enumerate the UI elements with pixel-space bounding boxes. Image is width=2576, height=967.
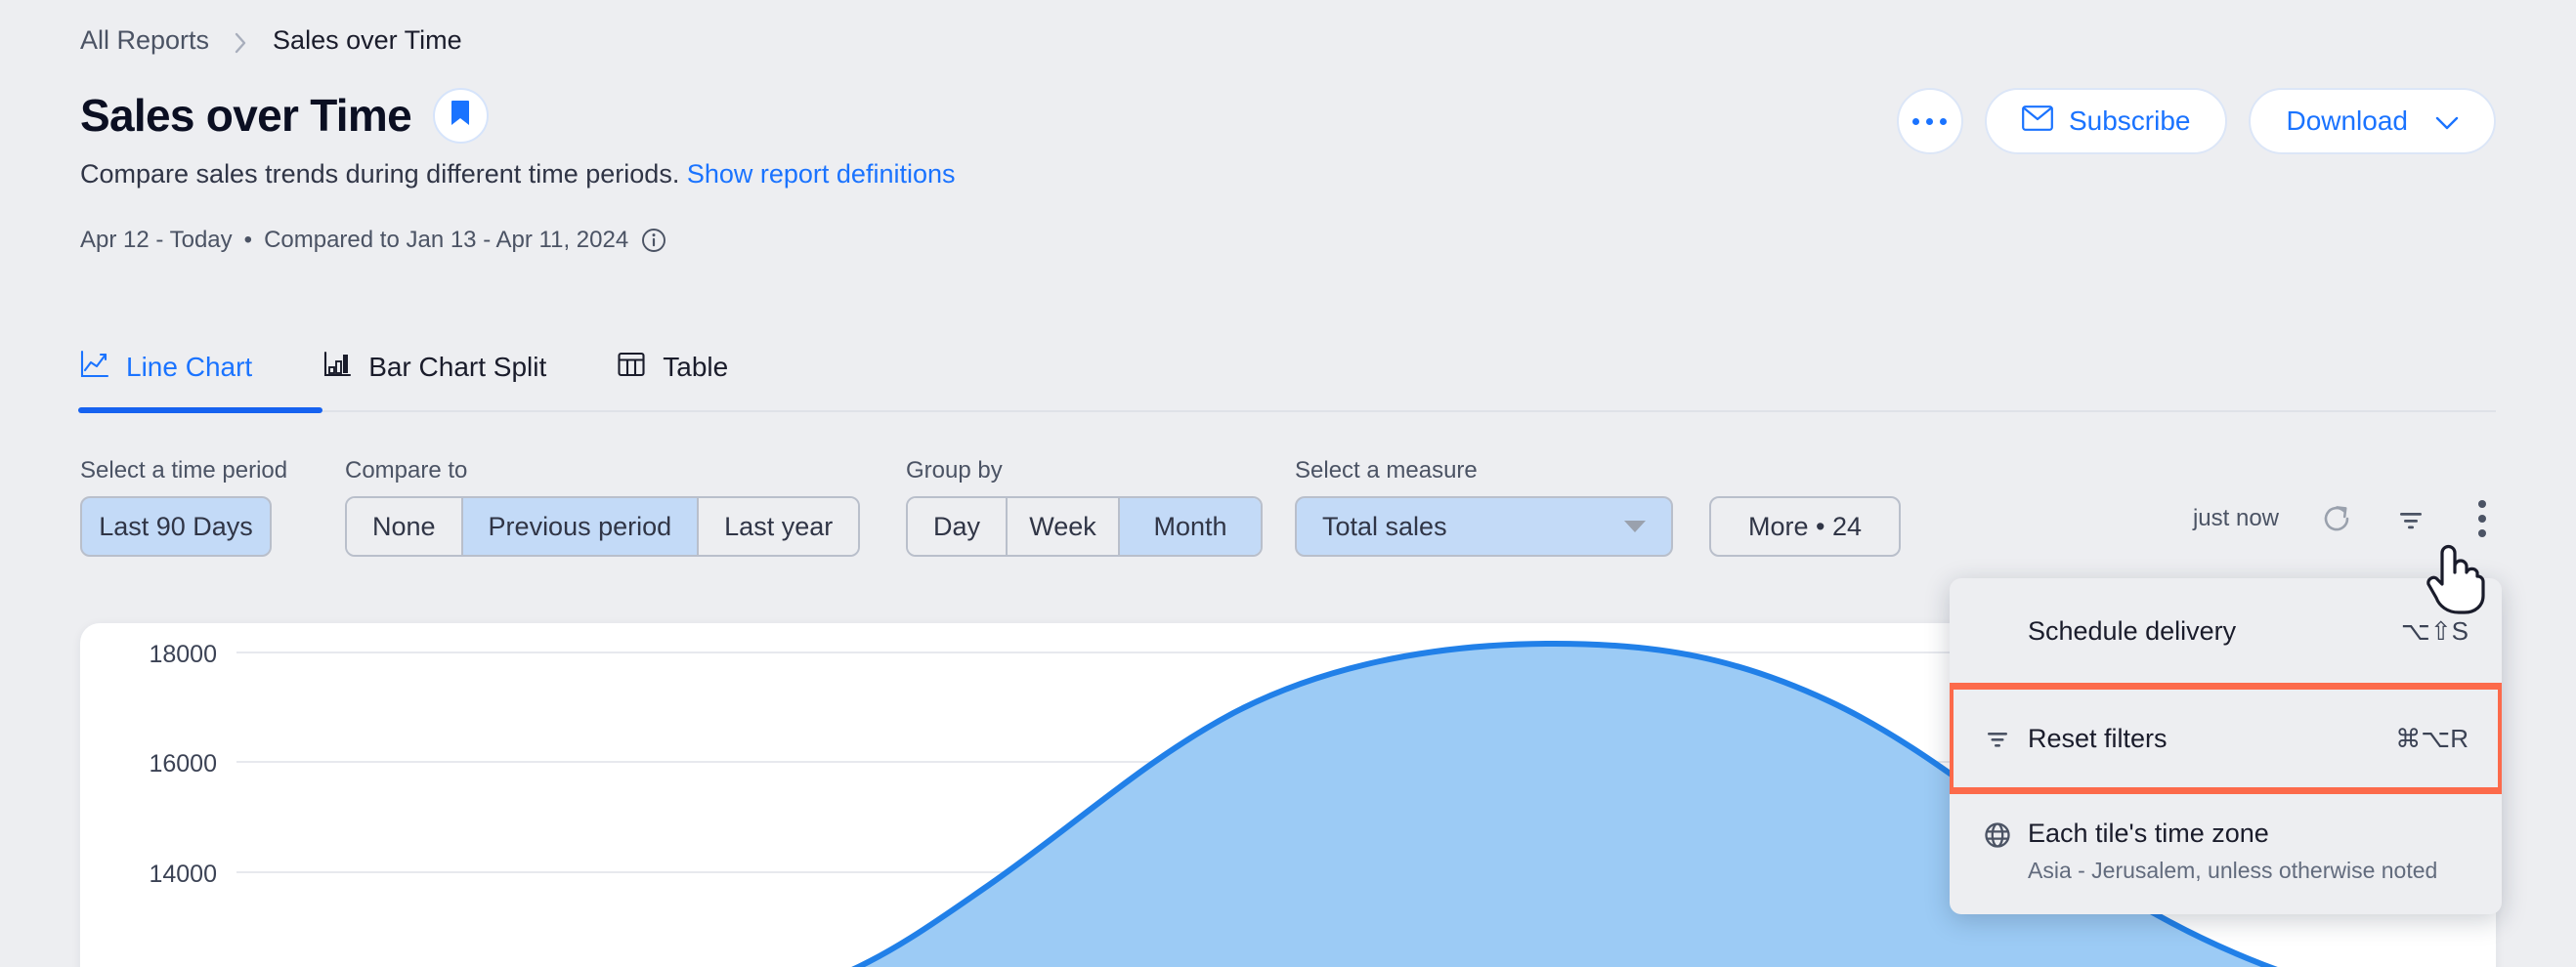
tabs-divider xyxy=(80,410,2496,412)
measure-value: Total sales xyxy=(1322,511,1447,541)
date-range-text: Apr 12 - Today xyxy=(80,227,233,253)
report-overflow-menu: Schedule delivery ⌥⇧S Reset filters ⌘⌥R xyxy=(1950,578,2502,914)
envelope-icon xyxy=(2022,105,2053,138)
time-period-label: Select a time period xyxy=(80,457,288,484)
info-circle-icon[interactable] xyxy=(641,228,666,253)
group-by-option-month[interactable]: Month xyxy=(1120,498,1261,555)
menu-item-schedule-delivery[interactable]: Schedule delivery ⌥⇧S xyxy=(1950,578,2502,684)
y-axis-tick-18000: 18000 xyxy=(149,641,217,668)
title-row: Sales over Time xyxy=(80,86,489,144)
filter-group-more: More • 24 xyxy=(1709,496,1901,557)
last-updated-status: just now xyxy=(2192,505,2279,531)
menu-item-schedule-delivery-label: Schedule delivery xyxy=(2028,615,2237,646)
active-tab-indicator xyxy=(78,407,322,413)
report-page: All Reports Sales over Time Sales over T… xyxy=(0,0,2576,967)
tab-bar-chart-split[interactable]: Bar Chart Split xyxy=(322,337,572,398)
comparison-range-text: Compared to Jan 13 - Apr 11, 2024 xyxy=(264,227,629,253)
more-filters-button[interactable]: More • 24 xyxy=(1709,496,1901,557)
more-options-button[interactable] xyxy=(1896,88,1963,154)
tab-table-label: Table xyxy=(663,352,729,382)
menu-item-time-zone-sublabel: Asia - Jerusalem, unless otherwise noted xyxy=(2028,858,2438,883)
subtitle: Compare sales trends during different ti… xyxy=(80,159,956,189)
compare-to-label: Compare to xyxy=(345,457,468,484)
group-by-label: Group by xyxy=(906,457,1003,484)
filter-icon xyxy=(1983,724,2028,753)
tab-bar-chart-split-label: Bar Chart Split xyxy=(368,352,547,382)
download-label: Download xyxy=(2286,105,2408,136)
y-axis-tick-16000: 16000 xyxy=(149,750,217,778)
breadcrumb: All Reports Sales over Time xyxy=(80,25,462,56)
subtitle-text: Compare sales trends during different ti… xyxy=(80,159,680,189)
bookmark-button[interactable] xyxy=(432,88,489,144)
group-by-option-week-label: Week xyxy=(1029,511,1096,541)
group-by-option-week[interactable]: Week xyxy=(1008,498,1120,555)
meta-separator-dot: • xyxy=(243,227,253,253)
filter-bar-tools: just now xyxy=(2193,496,2496,541)
page-title: Sales over Time xyxy=(80,89,412,141)
tab-line-chart-label: Line Chart xyxy=(126,352,253,382)
compare-to-option-last-year-label: Last year xyxy=(724,511,834,541)
time-period-button[interactable]: Last 90 Days xyxy=(80,496,272,557)
group-by-option-month-label: Month xyxy=(1153,511,1227,541)
globe-icon xyxy=(1983,820,2028,850)
group-by-option-day[interactable]: Day xyxy=(908,498,1008,555)
tab-table[interactable]: Table xyxy=(617,337,753,398)
line-chart-icon xyxy=(80,350,109,386)
report-meta: Apr 12 - Today • Compared to Jan 13 - Ap… xyxy=(80,227,666,254)
chevron-down-icon xyxy=(2435,105,2459,137)
subscribe-label: Subscribe xyxy=(2068,105,2191,136)
view-tabs: Line Chart Bar Chart Split Table xyxy=(80,337,798,398)
breadcrumb-parent-link[interactable]: All Reports xyxy=(80,25,209,56)
compare-to-option-last-year[interactable]: Last year xyxy=(699,498,859,555)
filter-bar: Select a time period Last 90 Days Compar… xyxy=(80,457,2496,565)
menu-item-time-zone-label: Each tile's time zone xyxy=(2028,819,2269,848)
group-by-segmented-control: Day Week Month xyxy=(906,496,1263,557)
menu-item-time-zone[interactable]: Each tile's time zone Asia - Jerusalem, … xyxy=(1950,793,2502,914)
download-button[interactable]: Download xyxy=(2249,88,2496,154)
time-period-value: Last 90 Days xyxy=(99,511,253,541)
compare-to-option-previous-period[interactable]: Previous period xyxy=(462,498,700,555)
compare-to-segmented-control: None Previous period Last year xyxy=(345,496,861,557)
subscribe-button[interactable]: Subscribe xyxy=(1984,88,2228,154)
bar-chart-icon xyxy=(322,350,352,386)
compare-to-option-previous-period-label: Previous period xyxy=(488,511,672,541)
show-report-definitions-link[interactable]: Show report definitions xyxy=(687,159,956,189)
bookmark-icon xyxy=(450,100,471,132)
menu-item-reset-filters-shortcut: ⌘⌥R xyxy=(2395,723,2469,753)
refresh-icon[interactable] xyxy=(2320,502,2353,535)
more-horizontal-icon xyxy=(1912,117,1948,125)
compare-to-option-none-label: None xyxy=(372,511,436,541)
table-icon xyxy=(617,350,646,386)
breadcrumb-current: Sales over Time xyxy=(273,25,462,55)
chevron-right-icon xyxy=(235,30,247,53)
filter-group-measure: Select a measure Total sales xyxy=(1295,457,1673,557)
caret-down-icon xyxy=(1624,521,1646,532)
measure-select[interactable]: Total sales xyxy=(1295,496,1673,557)
menu-item-schedule-delivery-shortcut: ⌥⇧S xyxy=(2400,615,2469,646)
menu-item-reset-filters[interactable]: Reset filters ⌘⌥R xyxy=(1950,683,2502,794)
filter-group-time-period: Select a time period Last 90 Days xyxy=(80,457,287,557)
filter-group-group-by: Group by Day Week Month xyxy=(906,457,1263,557)
y-axis-tick-14000: 14000 xyxy=(149,861,217,888)
group-by-option-day-label: Day xyxy=(933,511,981,541)
measure-label: Select a measure xyxy=(1295,457,1478,484)
header-actions: Subscribe Download xyxy=(1896,88,2496,154)
menu-item-reset-filters-label: Reset filters xyxy=(2028,723,2168,753)
compare-to-option-none[interactable]: None xyxy=(347,498,463,555)
tab-line-chart[interactable]: Line Chart xyxy=(80,337,278,398)
filter-group-compare-to: Compare to None Previous period Last yea… xyxy=(345,457,861,557)
more-vertical-icon xyxy=(2478,500,2486,508)
report-overflow-menu-button[interactable] xyxy=(2469,496,2496,541)
more-filters-label: More • 24 xyxy=(1747,511,1862,541)
filter-icon[interactable] xyxy=(2394,502,2427,535)
